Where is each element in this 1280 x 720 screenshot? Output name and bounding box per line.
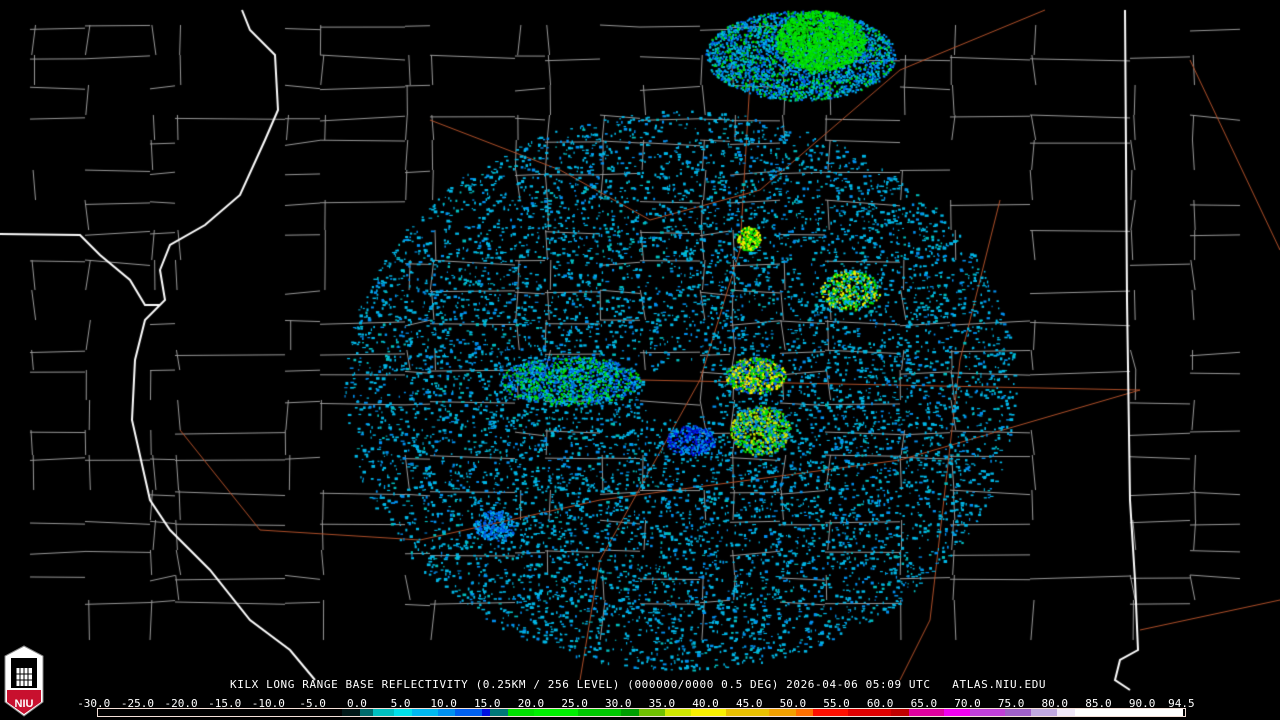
radar-map[interactable] — [0, 0, 1280, 720]
reflectivity-colorbar — [97, 708, 1186, 717]
colorbar-cell — [1179, 709, 1184, 716]
product-title: KILX LONG RANGE BASE REFLECTIVITY (0.25K… — [230, 678, 1047, 691]
